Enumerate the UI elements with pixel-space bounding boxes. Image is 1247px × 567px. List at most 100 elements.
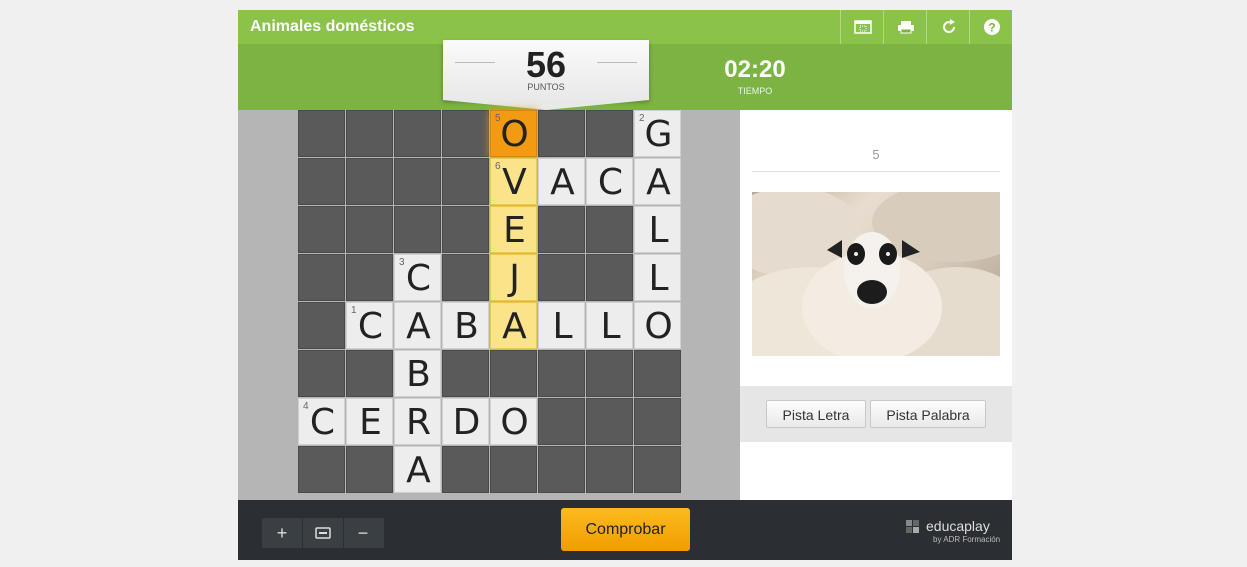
restart-button[interactable] (926, 10, 970, 44)
grid-block (346, 446, 393, 493)
grid-block (586, 350, 633, 397)
title-bar: Animales domésticos ? (238, 10, 1012, 44)
grid-block (298, 446, 345, 493)
grid-cell[interactable]: C3 (394, 254, 441, 301)
grid-cell[interactable]: L (634, 254, 681, 301)
cell-letter: A (646, 162, 671, 203)
fit-icon (315, 527, 331, 539)
cell-letter: A (406, 450, 431, 491)
grid-block (346, 350, 393, 397)
score-card-notch (443, 100, 649, 110)
grid-cell[interactable]: B (394, 350, 441, 397)
hint-word-button[interactable]: Pista Palabra (870, 400, 986, 428)
grid-cell[interactable]: O (490, 398, 537, 445)
timer-label: TIEMPO (737, 86, 773, 96)
grid-block (538, 206, 585, 253)
zoom-out-button[interactable]: − (343, 518, 383, 548)
brand-name: educaplay (926, 518, 990, 534)
restart-icon (942, 19, 955, 34)
grid-cell[interactable]: L (634, 206, 681, 253)
grid-block (298, 350, 345, 397)
cell-letter: B (406, 354, 431, 395)
zoom-fit-button[interactable] (302, 518, 344, 548)
score-bar: 56 PUNTOS 02:20 TIEMPO (238, 40, 1012, 110)
fullscreen-icon (853, 20, 872, 34)
score-card: 56 PUNTOS (443, 40, 649, 110)
grid-cell[interactable]: A (538, 158, 585, 205)
educaplay-logo-icon (906, 520, 919, 533)
board-area: O5G2V6ACAELC3JLC1ABALLOBC4ERDOA (238, 110, 740, 500)
grid-cell[interactable]: R (394, 398, 441, 445)
cell-letter: R (405, 402, 431, 443)
grid-cell[interactable]: D (442, 398, 489, 445)
grid-block (538, 110, 585, 157)
cell-letter: L (648, 210, 669, 251)
grid-cell[interactable]: O5 (490, 110, 537, 157)
cell-letter: A (502, 306, 527, 347)
grid-block (586, 398, 633, 445)
grid-cell[interactable]: C1 (346, 302, 393, 349)
grid-cell[interactable]: L (538, 302, 585, 349)
cell-letter: O (644, 306, 673, 347)
svg-text:?: ? (988, 21, 995, 35)
grid-block (298, 254, 345, 301)
grid-block (346, 158, 393, 205)
cell-letter: C (597, 162, 624, 203)
grid-cell[interactable]: A (394, 446, 441, 493)
grid-cell[interactable]: C4 (298, 398, 345, 445)
footer-bar: + − Comprobar educaplay by ADR Formación (238, 500, 1012, 560)
grid-cell[interactable]: L (586, 302, 633, 349)
help-button[interactable]: ? (969, 10, 1013, 44)
cell-letter: E (359, 402, 382, 443)
cell-letter: L (552, 306, 573, 347)
grid-cell[interactable]: A (394, 302, 441, 349)
grid-block (298, 158, 345, 205)
zoom-controls: + − (262, 518, 384, 548)
cell-letter: D (452, 402, 481, 443)
clue-number-label: 4 (303, 401, 309, 412)
grid-block (442, 110, 489, 157)
grid-block (298, 302, 345, 349)
clue-number-label: 2 (639, 113, 645, 124)
grid-block (298, 110, 345, 157)
hint-panel: Pista Letra Pista Palabra (740, 386, 1012, 442)
cell-letter: B (454, 306, 479, 347)
hint-letter-button[interactable]: Pista Letra (766, 400, 866, 428)
grid-cell[interactable]: E (490, 206, 537, 253)
cell-letter: J (509, 258, 520, 299)
grid-block (490, 350, 537, 397)
clue-divider (752, 171, 1000, 172)
cell-letter: L (648, 258, 669, 299)
grid-cell[interactable]: B (442, 302, 489, 349)
grid-block (634, 398, 681, 445)
help-icon: ? (983, 19, 1000, 35)
timer-value: 02:20 (724, 56, 786, 83)
cell-letter: L (600, 306, 621, 347)
grid-cell[interactable]: C (586, 158, 633, 205)
grid-block (442, 158, 489, 205)
crossword-grid: O5G2V6ACAELC3JLC1ABALLOBC4ERDOA (298, 110, 682, 494)
grid-cell[interactable]: O (634, 302, 681, 349)
zoom-in-button[interactable]: + (262, 518, 302, 548)
score-value: 56 (525, 44, 567, 85)
crossword-app: Animales domésticos ? 56 PUNTOS 02:20 TI… (238, 10, 1012, 560)
check-button[interactable]: Comprobar (561, 508, 690, 551)
grid-cell[interactable]: G2 (634, 110, 681, 157)
cell-letter: A (406, 306, 431, 347)
print-icon (897, 21, 914, 34)
grid-block (586, 254, 633, 301)
grid-cell[interactable]: J (490, 254, 537, 301)
grid-cell[interactable]: V6 (490, 158, 537, 205)
grid-block (394, 110, 441, 157)
grid-cell[interactable]: A (490, 302, 537, 349)
clue-number-label: 3 (399, 257, 405, 268)
print-button[interactable] (883, 10, 927, 44)
fullscreen-button[interactable] (840, 10, 884, 44)
cell-letter: A (550, 162, 575, 203)
clue-number: 5 (872, 147, 880, 162)
grid-cell[interactable]: E (346, 398, 393, 445)
grid-block (490, 446, 537, 493)
grid-block (586, 110, 633, 157)
grid-cell[interactable]: A (634, 158, 681, 205)
clue-panel: 5 Pista Letra Pista Palabra (740, 110, 1012, 500)
